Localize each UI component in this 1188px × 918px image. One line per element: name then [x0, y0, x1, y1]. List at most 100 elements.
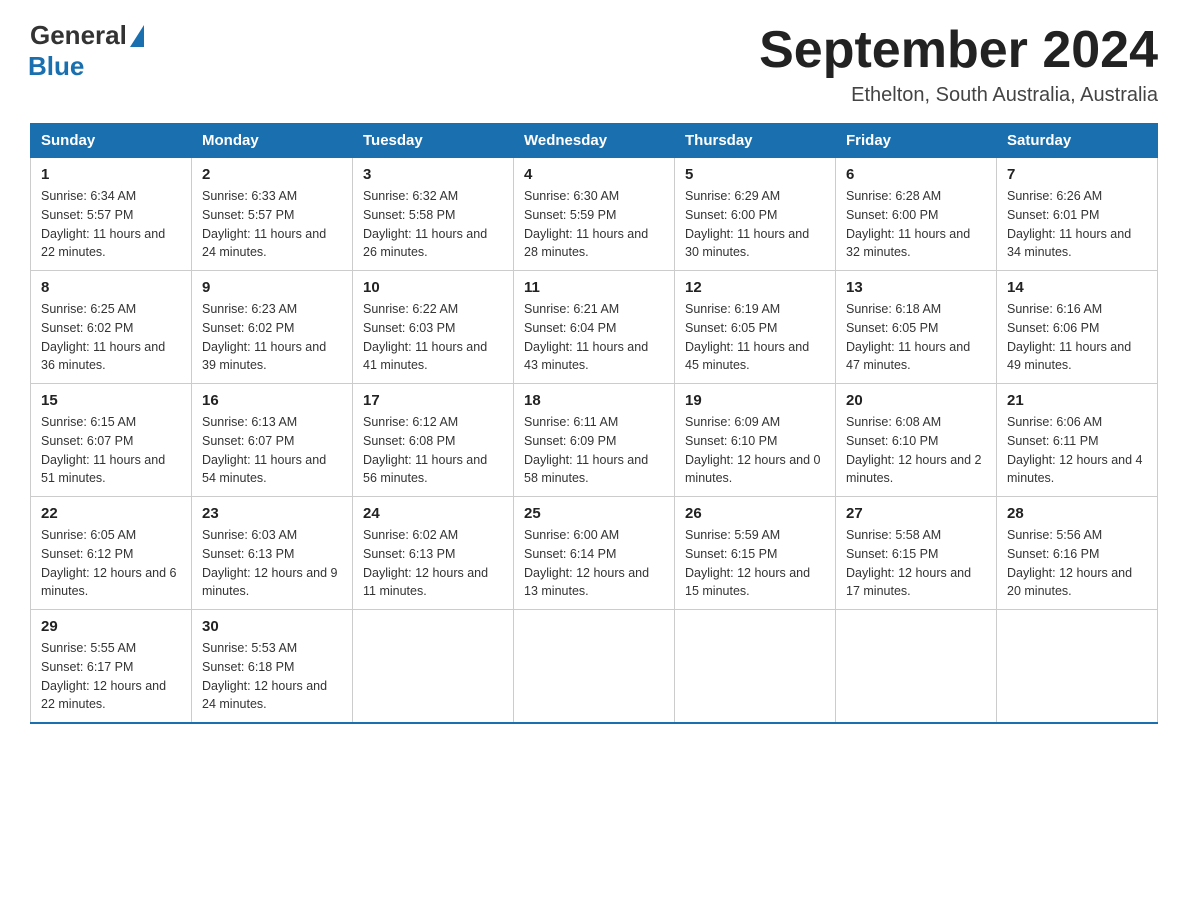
day-info: Sunrise: 5:59 AMSunset: 6:15 PMDaylight:…: [685, 526, 825, 601]
calendar-cell: 4 Sunrise: 6:30 AMSunset: 5:59 PMDaylight…: [514, 158, 675, 271]
col-header-sunday: Sunday: [31, 124, 192, 158]
calendar-cell: 29 Sunrise: 5:55 AMSunset: 6:17 PMDayligh…: [31, 610, 192, 724]
logo-blue-text: Blue: [28, 51, 84, 82]
calendar-cell: 10 Sunrise: 6:22 AMSunset: 6:03 PMDayligh…: [353, 271, 514, 384]
calendar-header-row: SundayMondayTuesdayWednesdayThursdayFrid…: [31, 124, 1158, 158]
day-number: 19: [685, 392, 825, 409]
calendar-cell: [353, 610, 514, 724]
calendar-cell: 17 Sunrise: 6:12 AMSunset: 6:08 PMDayligh…: [353, 384, 514, 497]
calendar-cell: 18 Sunrise: 6:11 AMSunset: 6:09 PMDayligh…: [514, 384, 675, 497]
day-info: Sunrise: 6:21 AMSunset: 6:04 PMDaylight:…: [524, 300, 664, 375]
day-number: 14: [1007, 279, 1147, 296]
day-number: 10: [363, 279, 503, 296]
day-info: Sunrise: 6:05 AMSunset: 6:12 PMDaylight:…: [41, 526, 181, 601]
day-info: Sunrise: 6:33 AMSunset: 5:57 PMDaylight:…: [202, 187, 342, 262]
month-title: September 2024: [759, 20, 1158, 80]
day-number: 17: [363, 392, 503, 409]
calendar-cell: 6Sunrise: 6:28 AMSunset: 6:00 PMDaylight…: [836, 158, 997, 271]
calendar-week-row: 8 Sunrise: 6:25 AMSunset: 6:02 PMDaylight…: [31, 271, 1158, 384]
day-number: 8: [41, 279, 181, 296]
day-info: Sunrise: 6:09 AMSunset: 6:10 PMDaylight:…: [685, 413, 825, 488]
calendar-cell: 23 Sunrise: 6:03 AMSunset: 6:13 PMDayligh…: [192, 497, 353, 610]
day-number: 1: [41, 166, 181, 183]
calendar-cell: 16Sunrise: 6:13 AMSunset: 6:07 PMDayligh…: [192, 384, 353, 497]
day-info: Sunrise: 6:12 AMSunset: 6:08 PMDaylight:…: [363, 413, 503, 488]
day-info: Sunrise: 5:53 AMSunset: 6:18 PMDaylight:…: [202, 639, 342, 714]
day-info: Sunrise: 6:22 AMSunset: 6:03 PMDaylight:…: [363, 300, 503, 375]
calendar-week-row: 1Sunrise: 6:34 AMSunset: 5:57 PMDaylight…: [31, 158, 1158, 271]
day-number: 24: [363, 505, 503, 522]
calendar-cell: 26 Sunrise: 5:59 AMSunset: 6:15 PMDayligh…: [675, 497, 836, 610]
day-info: Sunrise: 6:15 AMSunset: 6:07 PMDaylight:…: [41, 413, 181, 488]
day-info: Sunrise: 6:08 AMSunset: 6:10 PMDaylight:…: [846, 413, 986, 488]
location-text: Ethelton, South Australia, Australia: [759, 84, 1158, 107]
title-area: September 2024 Ethelton, South Australia…: [759, 20, 1158, 107]
calendar-cell: 11 Sunrise: 6:21 AMSunset: 6:04 PMDayligh…: [514, 271, 675, 384]
calendar-week-row: 15 Sunrise: 6:15 AMSunset: 6:07 PMDayligh…: [31, 384, 1158, 497]
day-number: 21: [1007, 392, 1147, 409]
day-number: 3: [363, 166, 503, 183]
day-info: Sunrise: 6:00 AMSunset: 6:14 PMDaylight:…: [524, 526, 664, 601]
calendar-cell: 25Sunrise: 6:00 AMSunset: 6:14 PMDayligh…: [514, 497, 675, 610]
calendar-cell: 21 Sunrise: 6:06 AMSunset: 6:11 PMDayligh…: [997, 384, 1158, 497]
day-number: 18: [524, 392, 664, 409]
day-info: Sunrise: 5:55 AMSunset: 6:17 PMDaylight:…: [41, 639, 181, 714]
day-info: Sunrise: 5:56 AMSunset: 6:16 PMDaylight:…: [1007, 526, 1147, 601]
calendar-table: SundayMondayTuesdayWednesdayThursdayFrid…: [30, 123, 1158, 724]
day-number: 22: [41, 505, 181, 522]
day-info: Sunrise: 6:13 AMSunset: 6:07 PMDaylight:…: [202, 413, 342, 488]
calendar-cell: [997, 610, 1158, 724]
calendar-cell: [836, 610, 997, 724]
calendar-cell: 15 Sunrise: 6:15 AMSunset: 6:07 PMDayligh…: [31, 384, 192, 497]
day-info: Sunrise: 6:18 AMSunset: 6:05 PMDaylight:…: [846, 300, 986, 375]
day-info: Sunrise: 6:11 AMSunset: 6:09 PMDaylight:…: [524, 413, 664, 488]
calendar-cell: 9 Sunrise: 6:23 AMSunset: 6:02 PMDaylight…: [192, 271, 353, 384]
col-header-friday: Friday: [836, 124, 997, 158]
day-number: 12: [685, 279, 825, 296]
calendar-cell: 19 Sunrise: 6:09 AMSunset: 6:10 PMDayligh…: [675, 384, 836, 497]
day-number: 4: [524, 166, 664, 183]
day-number: 26: [685, 505, 825, 522]
col-header-wednesday: Wednesday: [514, 124, 675, 158]
col-header-saturday: Saturday: [997, 124, 1158, 158]
day-number: 28: [1007, 505, 1147, 522]
col-header-monday: Monday: [192, 124, 353, 158]
day-number: 29: [41, 618, 181, 635]
day-info: Sunrise: 6:25 AMSunset: 6:02 PMDaylight:…: [41, 300, 181, 375]
day-number: 30: [202, 618, 342, 635]
calendar-cell: 7 Sunrise: 6:26 AMSunset: 6:01 PMDaylight…: [997, 158, 1158, 271]
day-number: 7: [1007, 166, 1147, 183]
day-number: 27: [846, 505, 986, 522]
calendar-cell: [514, 610, 675, 724]
calendar-cell: 3 Sunrise: 6:32 AMSunset: 5:58 PMDaylight…: [353, 158, 514, 271]
day-info: Sunrise: 6:19 AMSunset: 6:05 PMDaylight:…: [685, 300, 825, 375]
calendar-cell: 8 Sunrise: 6:25 AMSunset: 6:02 PMDaylight…: [31, 271, 192, 384]
calendar-week-row: 22 Sunrise: 6:05 AMSunset: 6:12 PMDayligh…: [31, 497, 1158, 610]
calendar-cell: 22 Sunrise: 6:05 AMSunset: 6:12 PMDayligh…: [31, 497, 192, 610]
calendar-cell: 20 Sunrise: 6:08 AMSunset: 6:10 PMDayligh…: [836, 384, 997, 497]
day-info: Sunrise: 6:16 AMSunset: 6:06 PMDaylight:…: [1007, 300, 1147, 375]
day-info: Sunrise: 6:30 AMSunset: 5:59 PMDaylight:…: [524, 187, 664, 262]
day-info: Sunrise: 6:26 AMSunset: 6:01 PMDaylight:…: [1007, 187, 1147, 262]
calendar-cell: 28 Sunrise: 5:56 AMSunset: 6:16 PMDayligh…: [997, 497, 1158, 610]
calendar-cell: 27 Sunrise: 5:58 AMSunset: 6:15 PMDayligh…: [836, 497, 997, 610]
day-number: 2: [202, 166, 342, 183]
day-number: 20: [846, 392, 986, 409]
day-info: Sunrise: 6:23 AMSunset: 6:02 PMDaylight:…: [202, 300, 342, 375]
calendar-week-row: 29 Sunrise: 5:55 AMSunset: 6:17 PMDayligh…: [31, 610, 1158, 724]
logo-general-text: General: [30, 20, 127, 51]
day-number: 9: [202, 279, 342, 296]
day-info: Sunrise: 5:58 AMSunset: 6:15 PMDaylight:…: [846, 526, 986, 601]
day-number: 5: [685, 166, 825, 183]
page-header: General Blue September 2024 Ethelton, So…: [30, 20, 1158, 107]
day-number: 11: [524, 279, 664, 296]
day-number: 6: [846, 166, 986, 183]
calendar-cell: 24Sunrise: 6:02 AMSunset: 6:13 PMDayligh…: [353, 497, 514, 610]
day-info: Sunrise: 6:32 AMSunset: 5:58 PMDaylight:…: [363, 187, 503, 262]
day-info: Sunrise: 6:03 AMSunset: 6:13 PMDaylight:…: [202, 526, 342, 601]
col-header-tuesday: Tuesday: [353, 124, 514, 158]
calendar-cell: [675, 610, 836, 724]
day-number: 23: [202, 505, 342, 522]
day-number: 15: [41, 392, 181, 409]
day-info: Sunrise: 6:06 AMSunset: 6:11 PMDaylight:…: [1007, 413, 1147, 488]
